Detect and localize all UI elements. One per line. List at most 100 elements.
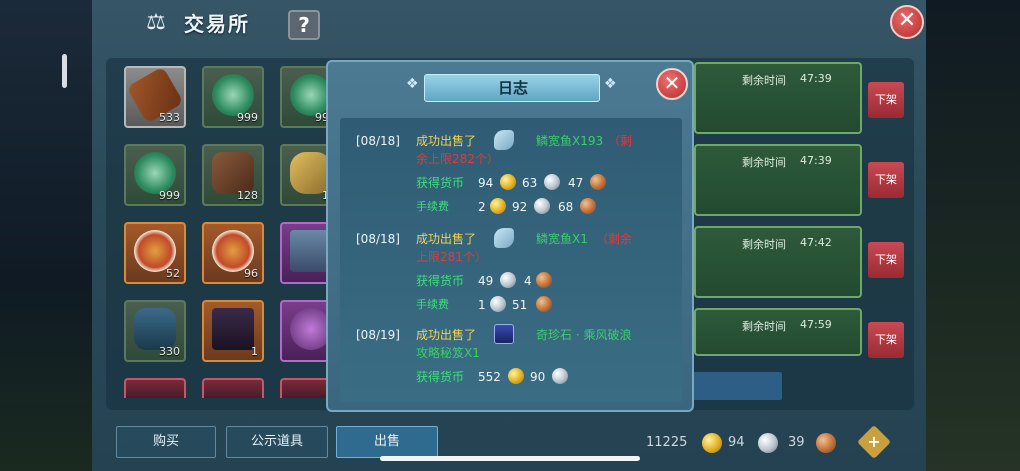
entry-item-rest: 攻略秘笈X1 (416, 346, 480, 360)
gold-coin-icon (508, 368, 524, 384)
listing-card[interactable]: 剩余时间 47:42 (694, 226, 862, 298)
gain-silver: 49 (478, 274, 494, 288)
listing-card[interactable]: 剩余时间 47:59 (694, 308, 862, 356)
silver-coin-icon (758, 433, 778, 453)
help-button[interactable]: ? (288, 10, 320, 40)
gold-value: 94 (728, 435, 745, 450)
scale-icon: ⚖ (146, 10, 166, 35)
silver-coin-icon (544, 174, 560, 190)
add-currency-button[interactable]: + (857, 425, 891, 459)
delist-button[interactable]: 下架 (868, 162, 904, 198)
slot-count: 999 (237, 111, 258, 124)
copper-coin-icon (816, 433, 836, 453)
inventory-slot[interactable]: 330 (124, 300, 186, 362)
inventory-slot-partial[interactable] (124, 378, 186, 398)
compass-token-icon (212, 74, 254, 116)
gain-silver: 90 (530, 370, 546, 384)
entry-date: [08/18] (356, 232, 400, 246)
side-drawer-handle[interactable] (62, 54, 67, 88)
inventory-slot[interactable]: 52 (124, 222, 186, 284)
gold-coin-icon (490, 198, 506, 214)
fee-silver: 1 (478, 298, 486, 312)
dish-icon (212, 230, 254, 272)
entry-item: 奇珍石 · 乘风破浪 (536, 328, 632, 342)
entry-limit-rest: 上限281个） (416, 250, 487, 264)
delist-button[interactable]: 下架 (868, 82, 904, 118)
log-title: 日志 (497, 79, 528, 97)
background-scene-right (926, 0, 1020, 471)
fee-label: 手续费 (416, 298, 449, 311)
log-dialog: ❖ 日志 ❖ ✕ [08/18] 成功出售了 鳞宽鱼X193 （剩 余上限282… (326, 60, 694, 412)
gold-coin-icon (702, 433, 722, 453)
listing-card[interactable]: 剩余时间 47:39 (694, 62, 862, 134)
slot-count: 128 (237, 189, 258, 202)
copper-coin-icon (590, 174, 606, 190)
delist-button[interactable]: 下架 (868, 322, 904, 358)
time-remaining-label: 剩余时间 (742, 156, 786, 169)
ornament-right-icon: ❖ (604, 76, 617, 92)
entry-item: 鳞宽鱼X1 (536, 232, 588, 246)
gain-label: 获得货币 (416, 176, 465, 190)
inventory-slot[interactable]: 999 (124, 144, 186, 206)
slot-count: 330 (159, 345, 180, 358)
time-remaining-label: 剩余时间 (742, 238, 786, 251)
home-indicator[interactable] (380, 456, 640, 461)
close-log-button[interactable]: ✕ (656, 68, 688, 100)
log-entries: [08/18] 成功出售了 鳞宽鱼X193 （剩 余上限282个） 获得货币 9… (340, 118, 682, 402)
log-title-plate: 日志 (424, 74, 600, 102)
dish-icon (134, 230, 176, 272)
fee-silver: 92 (512, 200, 528, 214)
entry-date: [08/18] (356, 134, 400, 148)
fee-label: 手续费 (416, 200, 449, 213)
copper-coin-icon (536, 296, 552, 312)
window-title: 交易所 (184, 12, 250, 36)
tab-sell[interactable]: 出售 (336, 426, 438, 458)
fish-item-icon (494, 130, 514, 150)
entry-sold: 成功出售了 (416, 134, 477, 148)
delist-button[interactable]: 下架 (868, 242, 904, 278)
entry-sold: 成功出售了 (416, 328, 477, 342)
time-remaining-label: 剩余时间 (742, 320, 786, 333)
slot-count: 533 (159, 111, 180, 124)
fee-copper: 68 (558, 200, 574, 214)
listing-card[interactable]: 剩余时间 47:39 (694, 144, 862, 216)
copper-coin-icon (536, 272, 552, 288)
time-remaining-value: 47:42 (800, 236, 832, 249)
fish-item-icon (494, 228, 514, 248)
copper-coin-icon (580, 198, 596, 214)
inventory-slot[interactable]: 999 (202, 66, 264, 128)
silver-coin-icon (534, 198, 550, 214)
entry-item: 鳞宽鱼X193 (536, 134, 604, 148)
time-remaining-value: 47:39 (800, 72, 832, 85)
book-item-icon (494, 324, 514, 344)
close-window-button[interactable]: ✕ (890, 5, 924, 39)
inventory-slot[interactable]: 128 (202, 144, 264, 206)
fee-copper: 51 (512, 298, 528, 312)
inventory-slot-partial[interactable] (202, 378, 264, 398)
tab-public-items[interactable]: 公示道具 (226, 426, 328, 458)
time-remaining-label: 剩余时间 (742, 74, 786, 87)
tab-buy[interactable]: 购买 (116, 426, 216, 458)
inventory-slot[interactable]: 1 (202, 300, 264, 362)
time-remaining-value: 47:39 (800, 154, 832, 167)
points-value: 11225 (646, 435, 688, 450)
sell-action-bar[interactable] (690, 372, 782, 400)
gain-label: 获得货币 (416, 370, 465, 384)
silver-coin-icon (490, 296, 506, 312)
gain-label: 获得货币 (416, 274, 465, 288)
potion-icon (134, 308, 176, 350)
background-scene-left (0, 0, 92, 471)
inventory-slot[interactable]: 533 (124, 66, 186, 128)
gain-gold: 94 (478, 176, 494, 190)
inventory-slot[interactable]: 96 (202, 222, 264, 284)
entry-limit: （剩余 (596, 232, 633, 246)
silver-value: 39 (788, 435, 805, 450)
title-bar: ⚖ 交易所 ? ✕ (92, 0, 926, 50)
gain-copper: 4 (524, 274, 532, 288)
ornament-left-icon: ❖ (406, 76, 419, 92)
entry-limit: （剩 (608, 134, 633, 148)
time-remaining-value: 47:59 (800, 318, 832, 331)
gold-coin-icon (500, 174, 516, 190)
fee-gold: 2 (478, 200, 486, 214)
slot-count: 52 (166, 267, 180, 280)
